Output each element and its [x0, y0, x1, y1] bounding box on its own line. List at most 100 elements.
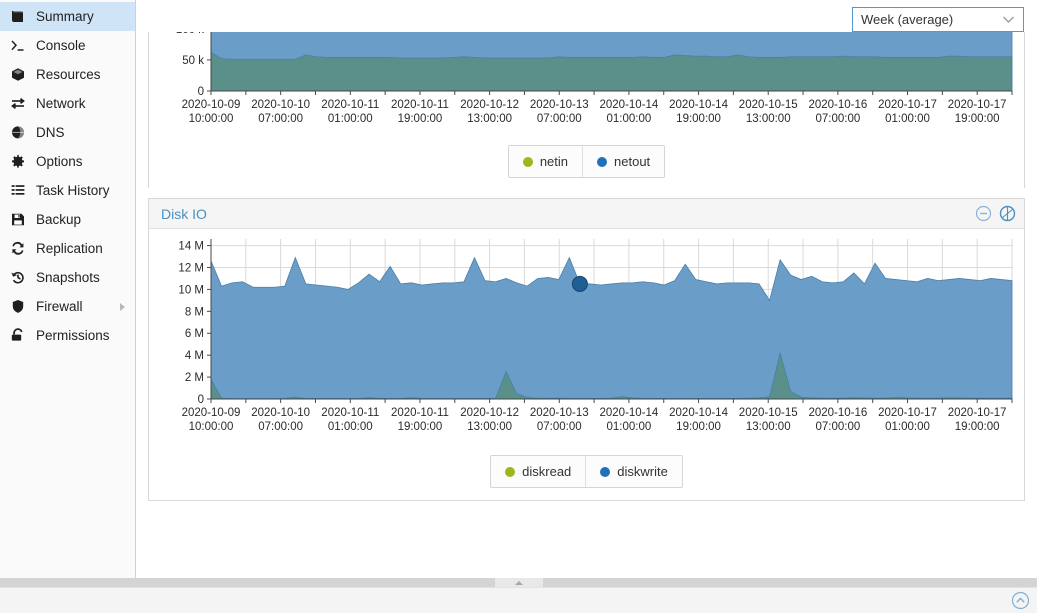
y-tick-label: 0	[198, 394, 204, 406]
sidebar-item-firewall[interactable]: Firewall	[0, 292, 135, 321]
content-area: 050 k100 k150 k200 k2020-10-0910:00:0020…	[136, 0, 1037, 578]
diskio-chart-svg[interactable]: 0 2 M 4 M 6 M 8 M 10 M 12 M 14 M 2020-10-09 10:00…	[149, 229, 1024, 445]
legend-item-diskwrite[interactable]: diskwrite	[585, 456, 682, 487]
hover-point-marker	[571, 275, 588, 292]
x-tick-label: 2020-10-13 07:00:00	[530, 99, 589, 125]
sidebar-item-label: Console	[36, 38, 86, 53]
x-tick-label: 2020-10-15 13:00:00	[739, 407, 798, 433]
legend-color-dot	[597, 156, 608, 167]
legend-label: netout	[614, 154, 651, 169]
dns-icon	[10, 125, 30, 141]
sidebar-item-label: Replication	[36, 241, 103, 256]
sidebar-item-network[interactable]: Network	[0, 89, 135, 118]
chevron-up-circle-icon[interactable]	[1011, 591, 1030, 610]
sidebar-item-label: Network	[36, 96, 86, 111]
sidebar-item-resources[interactable]: Resources	[0, 60, 135, 89]
diskio-chart[interactable]: 0 2 M 4 M 6 M 8 M 10 M 12 M 14 M 2020-10-09 10:00…	[149, 229, 1024, 445]
summary-icon	[10, 9, 30, 25]
series-area-netin	[210, 51, 1013, 92]
legend-label: diskwrite	[617, 464, 668, 479]
x-tick-label: 2020-10-10 07:00:00	[251, 407, 310, 433]
legend-item-netout[interactable]: netout	[582, 146, 665, 177]
diskio-panel-title: Disk IO	[161, 205, 207, 222]
diskio-legend: diskread diskwrite	[149, 445, 1024, 500]
sidebar-item-label: DNS	[36, 125, 65, 140]
legend-label: netin	[539, 154, 569, 169]
x-tick-label: 2020-10-15 13:00:00	[739, 99, 798, 125]
sidebar-item-replication[interactable]: Replication	[0, 234, 135, 263]
x-tick-label: 2020-10-17 01:00:00	[878, 407, 937, 433]
x-tick-label: 2020-10-17 19:00:00	[948, 99, 1007, 125]
zoom-circle-icon[interactable]	[999, 205, 1016, 222]
sidebar-item-options[interactable]: Options	[0, 147, 135, 176]
x-tick-label: 2020-10-14 01:00:00	[599, 99, 658, 125]
sidebar-item-backup[interactable]: Backup	[0, 205, 135, 234]
footer-bar	[0, 587, 1037, 613]
x-tick-label: 2020-10-09 10:00:00	[182, 99, 241, 125]
panel-splitter[interactable]	[0, 578, 1037, 587]
sidebar-item-label: Options	[36, 154, 83, 169]
diskio-panel-header: Disk IO	[149, 199, 1024, 229]
diskio-panel-tools	[975, 205, 1016, 222]
y-tick-label: 4 M	[185, 350, 204, 362]
legend-item-diskread[interactable]: diskread	[491, 456, 586, 487]
x-tick-label: 2020-10-11 01:00:00	[321, 99, 379, 125]
sidebar-item-console[interactable]: Console	[0, 31, 135, 60]
y-tick-label: 8 M	[185, 306, 204, 318]
legend-color-dot	[522, 156, 533, 167]
sidebar-item-label: Firewall	[36, 299, 83, 314]
sidebar-item-label: Permissions	[36, 328, 110, 343]
y-tick-label: 0	[198, 86, 204, 98]
app-root: Summary Console Resources Network DNS Options…	[0, 0, 1037, 613]
sidebar-item-dns[interactable]: DNS	[0, 118, 135, 147]
legend-color-dot	[600, 466, 611, 477]
x-tick-label: 2020-10-14 01:00:00	[599, 407, 658, 433]
backup-icon	[10, 212, 30, 228]
x-tick-label: 2020-10-11 01:00:00	[321, 407, 379, 433]
triangle-up-icon	[514, 580, 523, 585]
diskio-panel: Disk IO 0 2 M 4 M 6 M 8 M 10 M 12 M 14 M…	[148, 198, 1025, 501]
network-legend: netin netout	[149, 135, 1024, 190]
y-tick-label: 2 M	[185, 372, 204, 384]
shield-icon	[10, 299, 30, 315]
y-tick-label: 50 k	[182, 55, 204, 67]
x-tick-label: 2020-10-13 07:00:00	[530, 407, 589, 433]
sidebar-item-snapshots[interactable]: Snapshots	[0, 263, 135, 292]
splitter-collapse-handle[interactable]	[494, 578, 543, 587]
x-tick-label: 2020-10-11 19:00:00	[391, 99, 449, 125]
sidebar-item-label: Summary	[36, 9, 94, 24]
y-tick-label: 6 M	[185, 328, 204, 340]
sidebar: Summary Console Resources Network DNS Options…	[0, 0, 136, 578]
x-tick-label: 2020-10-10 07:00:00	[251, 99, 310, 125]
snapshots-icon	[10, 270, 30, 286]
gear-icon	[10, 154, 30, 170]
chevron-down-icon	[1002, 12, 1015, 27]
x-tick-label: 2020-10-17 01:00:00	[878, 99, 937, 125]
sidebar-item-label: Task History	[36, 183, 110, 198]
sidebar-item-label: Backup	[36, 212, 82, 227]
legend-color-dot	[505, 466, 516, 477]
x-tick-label: 2020-10-14 19:00:00	[669, 99, 728, 125]
x-tick-label: 2020-10-11 19:00:00	[391, 407, 449, 433]
sidebar-item-summary[interactable]: Summary	[0, 2, 135, 31]
y-tick-label: 14 M	[178, 241, 204, 253]
legend-label: diskread	[522, 464, 572, 479]
minus-circle-icon[interactable]	[975, 205, 992, 222]
x-tick-label: 2020-10-16 07:00:00	[808, 407, 867, 433]
chevron-right-icon	[120, 302, 125, 311]
x-tick-label: 2020-10-12 13:00:00	[460, 407, 519, 433]
sidebar-item-task-history[interactable]: Task History	[0, 176, 135, 205]
x-tick-label: 2020-10-14 19:00:00	[669, 407, 728, 433]
task-history-icon	[10, 183, 30, 199]
sidebar-item-permissions[interactable]: Permissions	[0, 321, 135, 350]
x-tick-label: 2020-10-16 07:00:00	[808, 99, 867, 125]
x-tick-label: 2020-10-17 19:00:00	[948, 407, 1007, 433]
sidebar-item-label: Snapshots	[36, 270, 100, 285]
x-tick-label: 2020-10-09 10:00:00	[182, 407, 241, 433]
unlock-icon	[10, 328, 30, 344]
legend-item-netin[interactable]: netin	[508, 146, 583, 177]
network-icon	[10, 96, 30, 112]
time-range-select[interactable]: Week (average)	[852, 7, 1024, 32]
y-tick-label: 12 M	[178, 262, 204, 274]
time-range-value: Week (average)	[861, 12, 954, 27]
